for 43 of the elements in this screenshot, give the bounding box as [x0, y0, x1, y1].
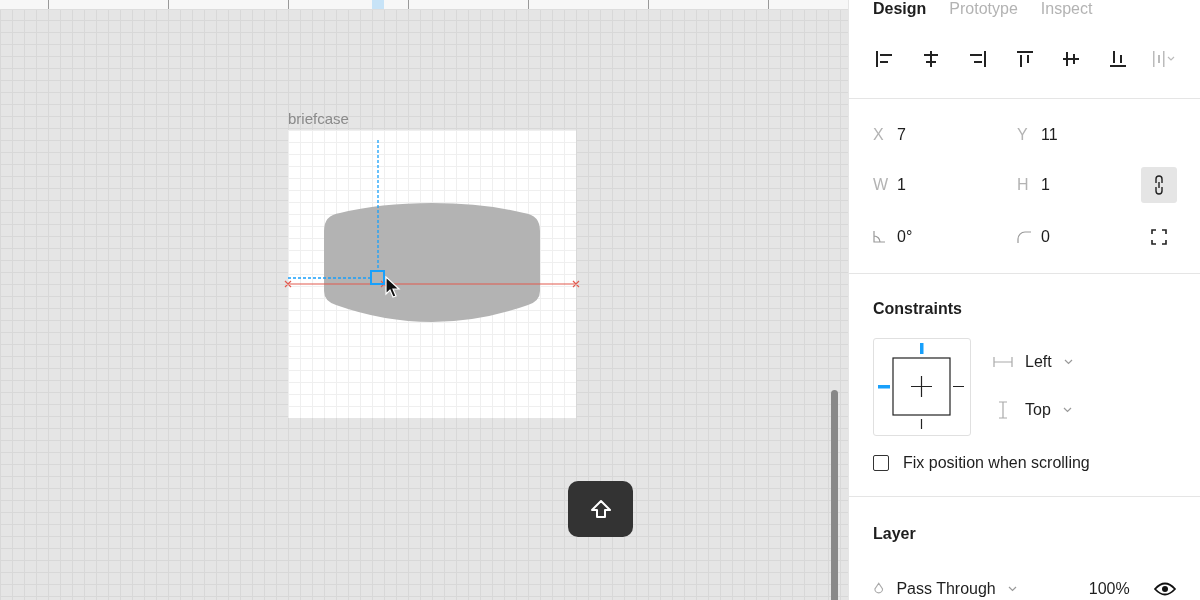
property-value[interactable]: 11 — [1041, 126, 1058, 144]
property-value[interactable]: 7 — [897, 126, 906, 144]
corners-icon — [1151, 229, 1167, 245]
chevron-down-icon — [1063, 359, 1073, 365]
constrain-proportions-button[interactable] — [1141, 167, 1177, 203]
link-icon — [1154, 174, 1164, 196]
scrollbar[interactable] — [831, 390, 838, 600]
rotation-value[interactable]: 0° — [897, 228, 913, 246]
horizontal-constraint-dropdown[interactable]: Left — [993, 346, 1073, 378]
checkbox[interactable] — [873, 455, 889, 471]
align-vertical-center-icon — [1061, 49, 1082, 69]
property-label: H — [1017, 176, 1030, 194]
opacity-value[interactable]: 100% — [1088, 580, 1146, 598]
align-bottom-icon — [1107, 49, 1128, 69]
section-title: Constraints — [873, 300, 963, 318]
section-title: Layer — [873, 525, 917, 543]
panel-tab[interactable]: Design — [873, 0, 927, 18]
align-left-icon — [874, 49, 895, 69]
chevron-down-icon — [1007, 586, 1017, 592]
shift-key-button[interactable] — [568, 481, 633, 537]
selection-handle[interactable] — [370, 270, 385, 285]
angle-icon — [873, 231, 885, 243]
property-value[interactable]: 1 — [1041, 176, 1050, 194]
property-label: W — [873, 176, 890, 194]
property-value[interactable]: 1 — [897, 176, 906, 194]
align-right-icon — [967, 49, 988, 69]
horizontal-constraint-icon — [993, 356, 1013, 368]
property-label: Y — [1017, 126, 1029, 144]
blend-mode-dropdown[interactable]: Pass Through — [896, 573, 1017, 600]
visibility-button[interactable] — [1154, 582, 1176, 596]
drop-icon — [873, 582, 885, 596]
constraints-widget[interactable] — [873, 338, 971, 436]
corner-radius-icon — [1017, 231, 1031, 243]
vertical-constraint-dropdown[interactable]: Top — [993, 394, 1073, 426]
shift-icon — [589, 499, 612, 519]
cursor-icon — [385, 276, 401, 300]
property-label: X — [873, 126, 885, 144]
eye-icon — [1154, 582, 1176, 596]
ruler-highlight — [372, 0, 384, 9]
checkbox-label: Fix position when scrolling — [903, 454, 1090, 472]
chevron-down-icon — [1062, 407, 1072, 413]
align-top-icon — [1014, 49, 1035, 69]
corner-radius-value[interactable]: 0 — [1041, 228, 1050, 246]
